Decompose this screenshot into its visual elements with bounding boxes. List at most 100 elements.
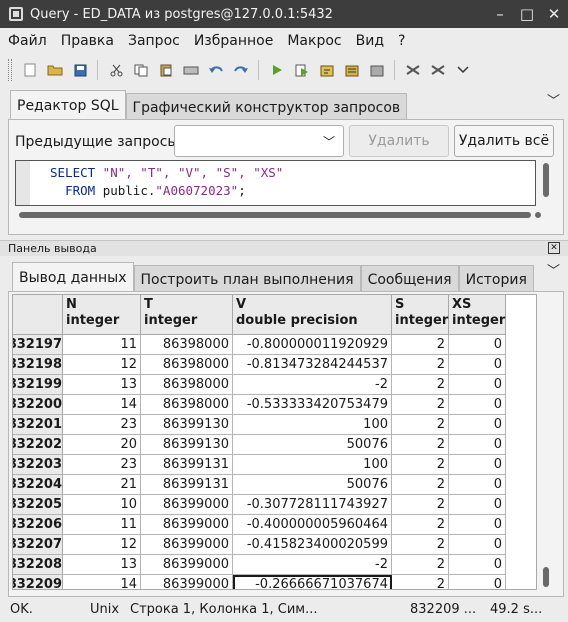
commit-icon[interactable] (369, 62, 385, 78)
new-file-icon[interactable] (22, 62, 38, 78)
table-cell[interactable]: 0 (449, 535, 506, 555)
table-cell[interactable]: 23 (63, 415, 141, 435)
row-number[interactable]: 832204 (13, 475, 63, 495)
table-cell[interactable]: 10 (63, 495, 141, 515)
table-cell[interactable]: 14 (63, 575, 141, 589)
table-row[interactable]: 832205 10 86399000 -0.307728111743927 2 0 (13, 495, 506, 515)
row-number[interactable]: 832197 (13, 335, 63, 355)
execute-icon[interactable] (269, 62, 285, 78)
delete-button[interactable]: Удалить (349, 125, 449, 157)
column-header[interactable]: Ninteger (63, 295, 141, 335)
table-cell[interactable]: 2 (392, 435, 449, 455)
editor-vertical-scrollbar[interactable] (542, 160, 550, 206)
table-row[interactable]: 832198 12 86398000 -0.813473284244537 2 0 (13, 355, 506, 375)
menu-edit[interactable]: Правка (61, 33, 114, 49)
row-number[interactable]: 832203 (13, 455, 63, 475)
menu-view[interactable]: Вид (356, 33, 384, 49)
table-cell[interactable]: 86399130 (141, 435, 233, 455)
table-cell[interactable]: 0 (449, 495, 506, 515)
delete-all-button[interactable]: Удалить всё (454, 125, 554, 157)
chevron-down-icon[interactable]: ﹀ (547, 90, 560, 109)
table-cell[interactable]: 2 (392, 515, 449, 535)
save-icon[interactable] (72, 62, 88, 78)
table-row[interactable]: 832204 21 86399131 50076 2 0 (13, 475, 506, 495)
row-number[interactable]: 832200 (13, 395, 63, 415)
explain-icon[interactable] (319, 62, 335, 78)
table-cell[interactable]: 11 (63, 335, 141, 355)
table-cell[interactable]: 86398000 (141, 375, 233, 395)
macro-icon[interactable] (430, 62, 446, 78)
maximize-button[interactable]: □ (517, 4, 537, 24)
table-cell[interactable]: -0.26666671037674 (233, 575, 392, 589)
row-number[interactable]: 832206 (13, 515, 63, 535)
table-cell[interactable]: -0.307728111743927 (233, 495, 392, 515)
table-cell[interactable]: 2 (392, 575, 449, 589)
table-cell[interactable]: 0 (449, 335, 506, 355)
table-cell[interactable]: 100 (233, 415, 392, 435)
table-cell[interactable]: 0 (449, 435, 506, 455)
table-cell[interactable]: 0 (449, 555, 506, 575)
table-cell[interactable]: 86399000 (141, 575, 233, 589)
table-row[interactable]: 832197 11 86398000 -0.800000011920929 2 0 (13, 335, 506, 355)
table-cell[interactable]: 0 (449, 415, 506, 435)
table-cell[interactable]: 86399000 (141, 495, 233, 515)
previous-queries-select[interactable]: ﹀ (174, 125, 344, 157)
tab-graphical-query-builder[interactable]: Графический конструктор запросов (125, 93, 408, 121)
table-cell[interactable]: 12 (63, 535, 141, 555)
table-cell[interactable]: 86399000 (141, 555, 233, 575)
table-cell[interactable]: 0 (449, 455, 506, 475)
tab-explain[interactable]: Построить план выполнения (133, 265, 361, 293)
redo-icon[interactable] (233, 62, 249, 78)
table-cell[interactable]: 20 (63, 435, 141, 455)
table-cell[interactable]: 21 (63, 475, 141, 495)
table-row[interactable]: 832199 13 86398000 -2 2 0 (13, 375, 506, 395)
close-button[interactable]: ✕ (544, 4, 564, 24)
column-header[interactable]: Tinteger (141, 295, 233, 335)
table-cell[interactable]: 0 (449, 515, 506, 535)
menu-favourites[interactable]: Избранное (194, 33, 274, 49)
table-cell[interactable]: 50076 (233, 435, 392, 455)
table-cell[interactable]: 2 (392, 535, 449, 555)
cut-icon[interactable] (108, 62, 124, 78)
tab-history[interactable]: История (458, 265, 534, 293)
data-grid[interactable]: Ninteger Tinteger Vdouble precision Sintege… (12, 294, 537, 590)
table-row[interactable]: 832201 23 86399130 100 2 0 (13, 415, 506, 435)
paste-icon[interactable] (158, 62, 174, 78)
tab-sql-editor[interactable]: Редактор SQL (10, 90, 126, 121)
table-cell[interactable]: 0 (449, 355, 506, 375)
table-cell[interactable]: 2 (392, 555, 449, 575)
copy-icon[interactable] (133, 62, 149, 78)
explain-analyze-icon[interactable] (344, 62, 360, 78)
minimize-button[interactable]: – (490, 4, 510, 24)
table-cell[interactable]: 86399000 (141, 515, 233, 535)
table-cell[interactable]: 13 (63, 555, 141, 575)
table-cell[interactable]: -0.813473284244537 (233, 355, 392, 375)
tab-data-output[interactable]: Вывод данных (12, 262, 134, 293)
table-row[interactable]: 832202 20 86399130 50076 2 0 (13, 435, 506, 455)
row-number[interactable]: 832198 (13, 355, 63, 375)
table-cell[interactable]: 0 (449, 375, 506, 395)
column-header[interactable]: XS integer (449, 295, 506, 335)
row-number[interactable]: 832202 (13, 435, 63, 455)
table-cell[interactable]: 23 (63, 455, 141, 475)
undo-icon[interactable] (208, 62, 224, 78)
row-number[interactable]: 832208 (13, 555, 63, 575)
table-cell[interactable]: 11 (63, 515, 141, 535)
editor-horizontal-scrollbar[interactable] (19, 211, 541, 219)
more-icon[interactable] (455, 62, 471, 78)
menu-query[interactable]: Запрос (128, 33, 180, 49)
grid-vertical-scrollbar[interactable] (542, 296, 550, 590)
column-header[interactable]: Vdouble precision (233, 295, 392, 335)
table-cell[interactable]: 12 (63, 355, 141, 375)
menu-file[interactable]: Файл (8, 33, 47, 49)
table-cell[interactable]: -0.533333420753479 (233, 395, 392, 415)
tab-messages[interactable]: Сообщения (360, 265, 459, 293)
table-cell[interactable]: 86398000 (141, 355, 233, 375)
table-cell[interactable]: 2 (392, 395, 449, 415)
table-cell[interactable]: 86399131 (141, 455, 233, 475)
table-cell[interactable]: 0 (449, 475, 506, 495)
toolbar-grip[interactable] (8, 59, 12, 81)
sql-editor[interactable]: SELECT "N", "T", "V", "S", "XS" FROM pub… (15, 160, 536, 206)
table-row[interactable]: 832206 11 86399000 -0.400000005960464 2 0 (13, 515, 506, 535)
table-cell[interactable]: -0.400000005960464 (233, 515, 392, 535)
